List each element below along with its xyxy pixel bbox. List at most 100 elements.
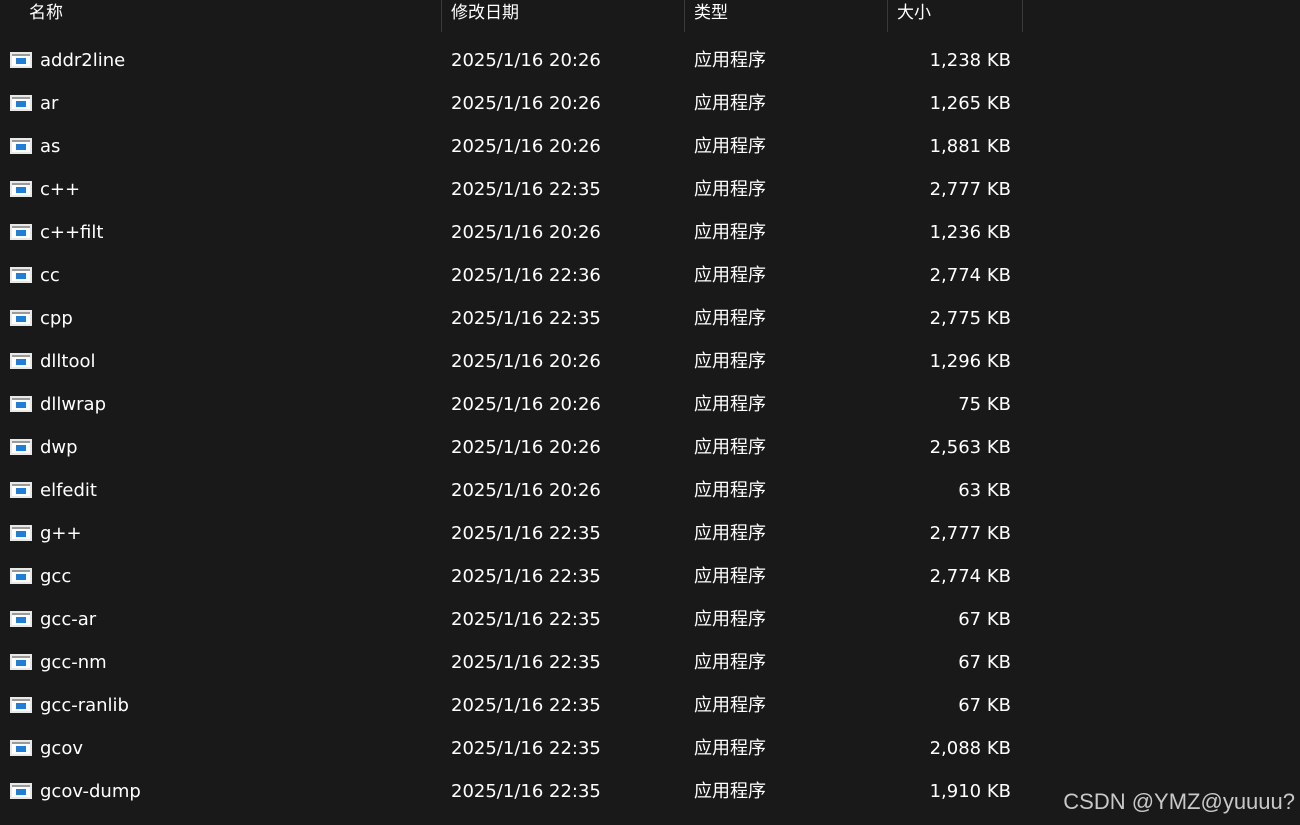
file-name: gcov-dump — [40, 781, 141, 802]
file-row[interactable]: cc 2025/1/16 22:36 应用程序 2,774 KB — [0, 254, 1030, 297]
file-size: 1,236 KB — [929, 222, 1011, 243]
file-row[interactable]: addr2line 2025/1/16 20:26 应用程序 1,238 KB — [0, 39, 1030, 82]
file-row[interactable]: dllwrap 2025/1/16 20:26 应用程序 75 KB — [0, 383, 1030, 426]
file-list: addr2line 2025/1/16 20:26 应用程序 1,238 KB ar 20… — [0, 39, 1300, 813]
file-type: 应用程序 — [694, 136, 766, 157]
file-size: 2,777 KB — [929, 179, 1011, 200]
file-row[interactable]: gcov 2025/1/16 22:35 应用程序 2,088 KB — [0, 727, 1030, 770]
file-type: 应用程序 — [694, 566, 766, 587]
file-size: 1,296 KB — [929, 351, 1011, 372]
file-row[interactable]: g++ 2025/1/16 22:35 应用程序 2,777 KB — [0, 512, 1030, 555]
file-name: dllwrap — [40, 394, 107, 415]
file-type: 应用程序 — [694, 222, 766, 243]
file-size: 1,910 KB — [929, 781, 1011, 802]
file-size: 2,563 KB — [929, 437, 1011, 458]
file-date-modified: 2025/1/16 20:26 — [451, 93, 601, 114]
file-row[interactable]: as 2025/1/16 20:26 应用程序 1,881 KB — [0, 125, 1030, 168]
file-size: 63 KB — [958, 480, 1011, 501]
file-date-modified: 2025/1/16 22:35 — [451, 695, 601, 716]
file-name: gcc-nm — [40, 652, 107, 673]
column-divider[interactable] — [1022, 0, 1023, 32]
file-size: 75 KB — [958, 394, 1011, 415]
file-date-modified: 2025/1/16 22:35 — [451, 738, 601, 759]
file-row[interactable]: c++ 2025/1/16 22:35 应用程序 2,777 KB — [0, 168, 1030, 211]
file-date-modified: 2025/1/16 22:35 — [451, 523, 601, 544]
column-header-size[interactable]: 大小 — [888, 0, 1022, 32]
file-row[interactable]: dwp 2025/1/16 20:26 应用程序 2,563 KB — [0, 426, 1030, 469]
file-date-modified: 2025/1/16 22:35 — [451, 308, 601, 329]
application-exe-icon — [10, 267, 32, 283]
file-date-modified: 2025/1/16 20:26 — [451, 351, 601, 372]
file-date-modified: 2025/1/16 22:35 — [451, 566, 601, 587]
file-row[interactable]: cpp 2025/1/16 22:35 应用程序 2,775 KB — [0, 297, 1030, 340]
column-header-date-modified[interactable]: 修改日期 — [442, 0, 684, 32]
file-name: dlltool — [40, 351, 96, 372]
file-type: 应用程序 — [694, 480, 766, 501]
application-exe-icon — [10, 310, 32, 326]
file-type: 应用程序 — [694, 50, 766, 71]
file-row[interactable]: elfedit 2025/1/16 20:26 应用程序 63 KB — [0, 469, 1030, 512]
file-name: ar — [40, 93, 59, 114]
file-size: 2,777 KB — [929, 523, 1011, 544]
file-name: elfedit — [40, 480, 97, 501]
file-size: 2,088 KB — [929, 738, 1011, 759]
file-type: 应用程序 — [694, 652, 766, 673]
file-type: 应用程序 — [694, 394, 766, 415]
file-date-modified: 2025/1/16 22:35 — [451, 609, 601, 630]
file-name: gcc-ranlib — [40, 695, 129, 716]
file-row[interactable]: gcc 2025/1/16 22:35 应用程序 2,774 KB — [0, 555, 1030, 598]
file-name: gcc-ar — [40, 609, 97, 630]
file-size: 2,774 KB — [929, 566, 1011, 587]
file-date-modified: 2025/1/16 20:26 — [451, 480, 601, 501]
file-name: c++filt — [40, 222, 104, 243]
file-type: 应用程序 — [694, 738, 766, 759]
file-row[interactable]: ar 2025/1/16 20:26 应用程序 1,265 KB — [0, 82, 1030, 125]
file-date-modified: 2025/1/16 20:26 — [451, 50, 601, 71]
file-size: 2,774 KB — [929, 265, 1011, 286]
application-exe-icon — [10, 482, 32, 498]
file-size: 2,775 KB — [929, 308, 1011, 329]
file-name: g++ — [40, 523, 82, 544]
file-row[interactable]: gcc-nm 2025/1/16 22:35 应用程序 67 KB — [0, 641, 1030, 684]
file-type: 应用程序 — [694, 265, 766, 286]
application-exe-icon — [10, 439, 32, 455]
application-exe-icon — [10, 611, 32, 627]
file-date-modified: 2025/1/16 22:36 — [451, 265, 601, 286]
file-row[interactable]: gcov-dump 2025/1/16 22:35 应用程序 1,910 KB — [0, 770, 1030, 813]
application-exe-icon — [10, 95, 32, 111]
column-header-type[interactable]: 类型 — [685, 0, 887, 32]
file-name: c++ — [40, 179, 81, 200]
file-date-modified: 2025/1/16 22:35 — [451, 179, 601, 200]
file-date-modified: 2025/1/16 20:26 — [451, 394, 601, 415]
file-type: 应用程序 — [694, 781, 766, 802]
file-size: 67 KB — [958, 609, 1011, 630]
file-row[interactable]: gcc-ar 2025/1/16 22:35 应用程序 67 KB — [0, 598, 1030, 641]
application-exe-icon — [10, 568, 32, 584]
file-name: gcov — [40, 738, 83, 759]
file-type: 应用程序 — [694, 523, 766, 544]
file-name: addr2line — [40, 50, 126, 71]
application-exe-icon — [10, 396, 32, 412]
file-date-modified: 2025/1/16 20:26 — [451, 136, 601, 157]
file-explorer-list: 名称 修改日期 类型 大小 addr2line 2025/1/16 20:26 应用… — [0, 0, 1300, 825]
file-type: 应用程序 — [694, 351, 766, 372]
file-type: 应用程序 — [694, 437, 766, 458]
file-row[interactable]: c++filt 2025/1/16 20:26 应用程序 1,236 KB — [0, 211, 1030, 254]
file-row[interactable]: dlltool 2025/1/16 20:26 应用程序 1,296 KB — [0, 340, 1030, 383]
application-exe-icon — [10, 654, 32, 670]
file-name: cpp — [40, 308, 73, 329]
application-exe-icon — [10, 783, 32, 799]
file-type: 应用程序 — [694, 695, 766, 716]
column-header-name[interactable]: 名称 — [20, 0, 441, 32]
application-exe-icon — [10, 353, 32, 369]
file-type: 应用程序 — [694, 609, 766, 630]
application-exe-icon — [10, 181, 32, 197]
file-size: 1,238 KB — [929, 50, 1011, 71]
application-exe-icon — [10, 224, 32, 240]
application-exe-icon — [10, 525, 32, 541]
file-type: 应用程序 — [694, 179, 766, 200]
file-date-modified: 2025/1/16 20:26 — [451, 437, 601, 458]
file-row[interactable]: gcc-ranlib 2025/1/16 22:35 应用程序 67 KB — [0, 684, 1030, 727]
file-size: 67 KB — [958, 652, 1011, 673]
application-exe-icon — [10, 740, 32, 756]
